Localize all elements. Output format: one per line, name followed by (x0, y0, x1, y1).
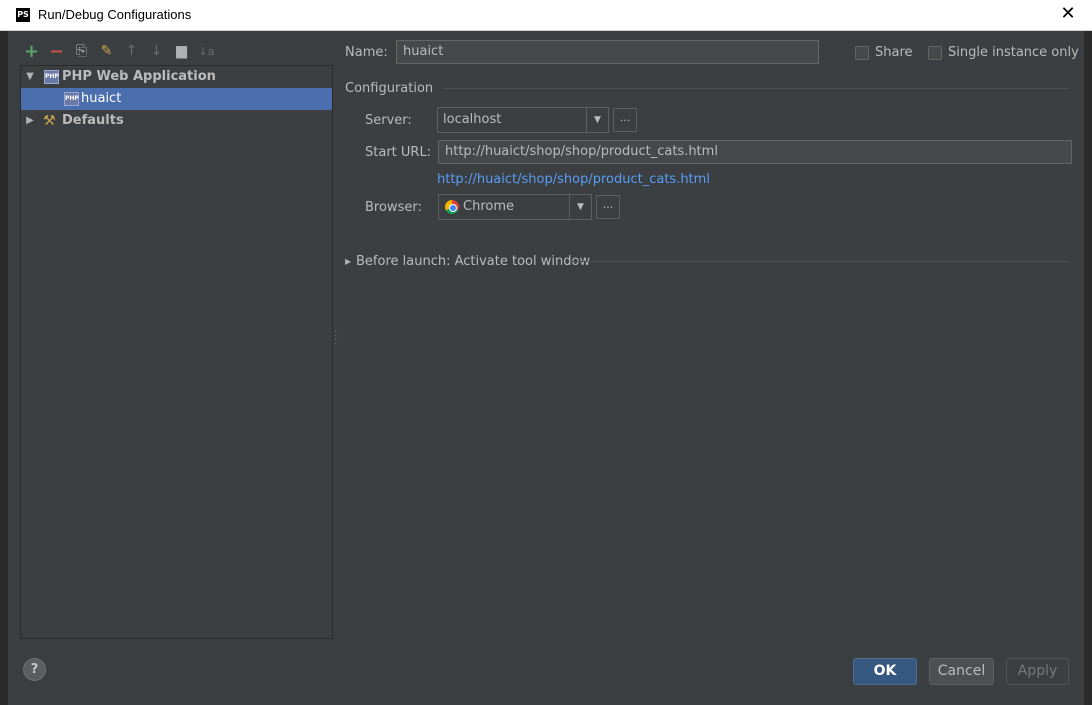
configuration-separator (444, 88, 1068, 89)
start-url-label: Start URL: (365, 145, 432, 160)
copy-icon[interactable]: ⎘ (72, 42, 91, 61)
wrench-icon[interactable]: ✎ (97, 42, 116, 61)
tree-item-label: Defaults (62, 113, 124, 128)
share-checkbox[interactable] (855, 46, 869, 60)
php-icon: PHP (64, 92, 79, 106)
background-ide-left (0, 30, 8, 705)
collapse-arrow-icon[interactable]: ▶ (24, 110, 36, 132)
splitter-handle[interactable]: · · · · (334, 328, 338, 350)
tree-item-huaict[interactable]: PHP huaict (21, 88, 332, 110)
cancel-button[interactable]: Cancel (929, 658, 994, 685)
server-dropdown[interactable]: localhost ▼ (437, 107, 609, 133)
wrench-icon: ⚒ (43, 113, 56, 129)
browser-label: Browser: (365, 200, 422, 215)
start-url-field[interactable]: http://huaict/shop/shop/product_cats.htm… (438, 140, 1072, 164)
background-ide-right (1084, 30, 1092, 705)
single-instance-checkbox[interactable] (928, 46, 942, 60)
tree-item-label: huaict (81, 91, 122, 106)
config-toolbar: + − ⎘ ✎ ↑ ↓ ▆ ↓a (22, 41, 216, 61)
browser-dropdown[interactable]: Chrome ▼ (438, 194, 592, 220)
remove-icon[interactable]: − (47, 42, 66, 61)
tree-item-label: PHP Web Application (62, 69, 216, 84)
add-icon[interactable]: + (22, 42, 41, 61)
browser-more-button[interactable]: ... (596, 195, 620, 219)
php-icon: PHP (44, 70, 59, 84)
share-label: Share (875, 45, 913, 60)
phpstorm-icon: PS (16, 8, 30, 22)
window-title: Run/Debug Configurations (38, 7, 192, 22)
config-tree: ▼ PHP PHP Web Application PHP huaict ▶ ⚒… (20, 65, 333, 639)
chrome-icon (445, 200, 459, 214)
arrow-down-icon[interactable]: ↓ (147, 42, 166, 61)
help-icon[interactable]: ? (23, 658, 46, 681)
browser-value: Chrome (463, 199, 514, 214)
tree-item-defaults[interactable]: ▶ ⚒ Defaults (21, 110, 332, 132)
name-field[interactable]: huaict (396, 40, 819, 64)
arrow-up-icon[interactable]: ↑ (122, 42, 141, 61)
tree-item-php-web-application[interactable]: ▼ PHP PHP Web Application (21, 66, 332, 88)
title-bar: PS Run/Debug Configurations ✕ (0, 0, 1092, 31)
before-launch-separator (570, 261, 1068, 262)
dropdown-arrow-icon: ▼ (586, 108, 608, 132)
expand-arrow-icon[interactable]: ▼ (24, 66, 36, 88)
run-debug-dialog: + − ⎘ ✎ ↑ ↓ ▆ ↓a ▼ PHP PHP Web Applicati… (8, 31, 1084, 699)
configuration-heading: Configuration (345, 81, 434, 96)
server-value: localhost (443, 112, 502, 127)
single-instance-label: Single instance only (948, 45, 1079, 60)
folder-icon[interactable]: ▆ (172, 42, 191, 61)
name-label: Name: (345, 45, 388, 60)
before-launch-toggle[interactable]: Before launch: Activate tool window (356, 254, 590, 269)
sort-icon[interactable]: ↓a (197, 42, 216, 61)
dropdown-arrow-icon: ▼ (569, 195, 591, 219)
ok-button[interactable]: OK (853, 658, 917, 685)
apply-button[interactable]: Apply (1006, 658, 1069, 685)
server-label: Server: (365, 113, 412, 128)
expand-arrow-icon[interactable]: ▶ (345, 257, 351, 266)
server-more-button[interactable]: ... (613, 108, 637, 132)
start-url-link[interactable]: http://huaict/shop/shop/product_cats.htm… (437, 172, 710, 187)
close-icon[interactable]: ✕ (1058, 4, 1078, 24)
